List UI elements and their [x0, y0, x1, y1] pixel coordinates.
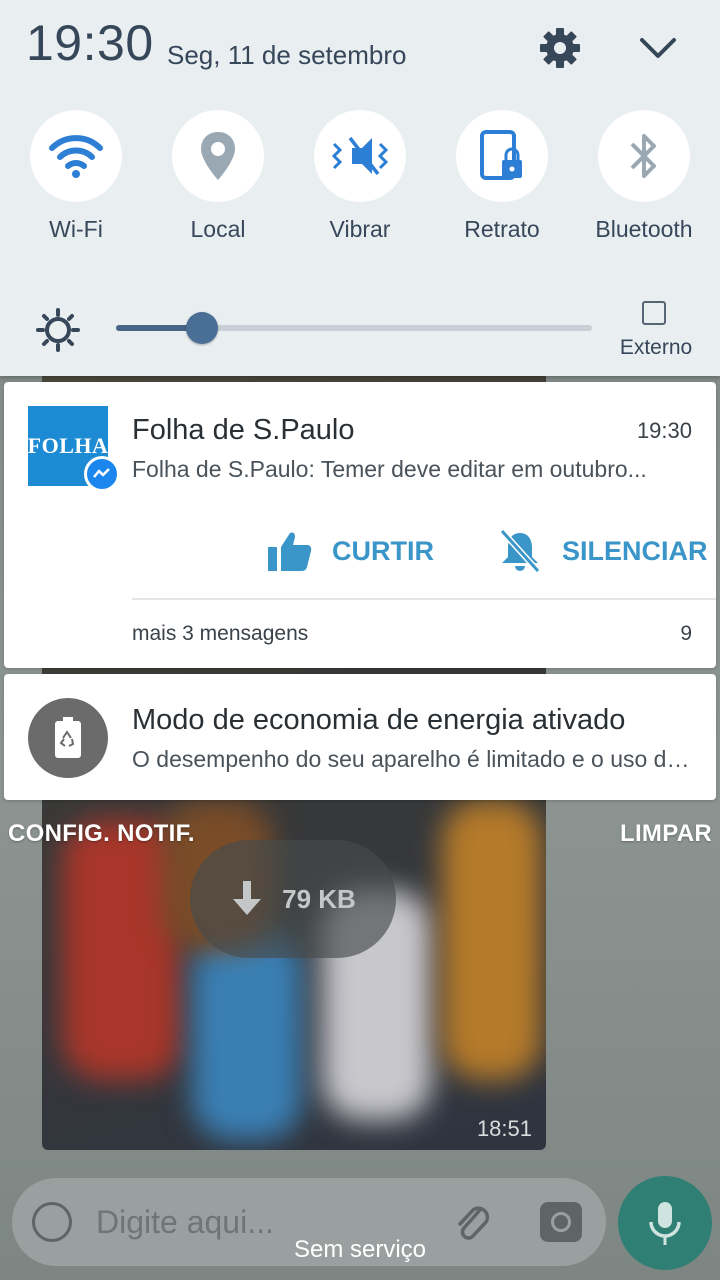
qs-label-bluetooth: Bluetooth — [595, 216, 693, 242]
qs-label-vibrate: Vibrar — [329, 216, 391, 242]
download-button: 79 KB — [190, 840, 396, 958]
notification-folha[interactable]: FOLHA Folha de S.Paulo 19:30 Folha de S.… — [4, 382, 716, 668]
gear-icon[interactable] — [538, 26, 582, 70]
brightness-slider[interactable] — [116, 312, 592, 344]
portrait-lock-icon — [480, 130, 522, 180]
qs-label-portrait: Retrato — [464, 216, 540, 242]
wifi-icon — [49, 135, 103, 178]
bluetooth-icon — [630, 134, 656, 178]
clear-all-button[interactable]: LIMPAR — [620, 820, 712, 848]
image-timestamp: 18:51 — [476, 1116, 532, 1141]
mute-button[interactable]: SILENCIAR — [496, 526, 708, 576]
divider — [132, 598, 716, 600]
vibrate-icon — [331, 136, 389, 176]
more-messages[interactable]: mais 3 mensagens — [132, 622, 308, 646]
thumbs-up-icon — [268, 532, 312, 571]
download-size: 79 KB — [282, 883, 356, 914]
like-button[interactable]: CURTIR — [266, 526, 434, 576]
clock: 19:30 — [26, 15, 154, 71]
qs-wifi[interactable]: Wi-Fi — [11, 110, 141, 243]
network-status: Sem serviço — [293, 1236, 427, 1263]
notification-settings-button[interactable]: CONFIG. NOTIF. — [8, 820, 195, 848]
notification-title: Folha de S.Paulo — [132, 414, 355, 446]
mute-label: SILENCIAR — [562, 535, 708, 566]
external-label: Externo — [619, 336, 693, 359]
download-icon — [233, 881, 262, 915]
qs-portrait[interactable]: Retrato — [437, 110, 567, 243]
like-label: CURTIR — [332, 535, 434, 566]
qs-label-location: Local — [190, 216, 246, 242]
message-count: 9 — [680, 622, 692, 645]
brightness-slider-thumb[interactable] — [185, 312, 218, 344]
brightness-icon — [36, 308, 80, 352]
qs-location[interactable]: Local — [153, 110, 283, 243]
external-checkbox[interactable] — [642, 301, 666, 325]
location-icon — [201, 132, 235, 180]
qs-vibrate[interactable]: Vibrar — [295, 110, 425, 243]
notification-time: 19:30 — [636, 418, 692, 443]
notification-text: O desempenho do seu aparelho é limitado … — [132, 746, 692, 772]
messenger-badge-icon — [84, 456, 120, 492]
quick-panel: 19:30 Seg, 11 de setembro Wi-Fi Local Vi… — [0, 0, 720, 376]
notification-power-saving[interactable]: Modo de economia de energia ativado O de… — [4, 674, 716, 800]
date: Seg, 11 de setembro — [167, 40, 407, 70]
qs-label-wifi: Wi-Fi — [49, 216, 103, 242]
notification-title: Modo de economia de energia ativado — [132, 704, 626, 736]
battery-saver-icon — [28, 698, 108, 778]
notification-text: Folha de S.Paulo: Temer deve editar em o… — [132, 456, 647, 482]
chevron-down-icon[interactable] — [636, 32, 680, 64]
qs-bluetooth[interactable]: Bluetooth — [579, 110, 709, 243]
bell-off-icon — [499, 528, 541, 574]
